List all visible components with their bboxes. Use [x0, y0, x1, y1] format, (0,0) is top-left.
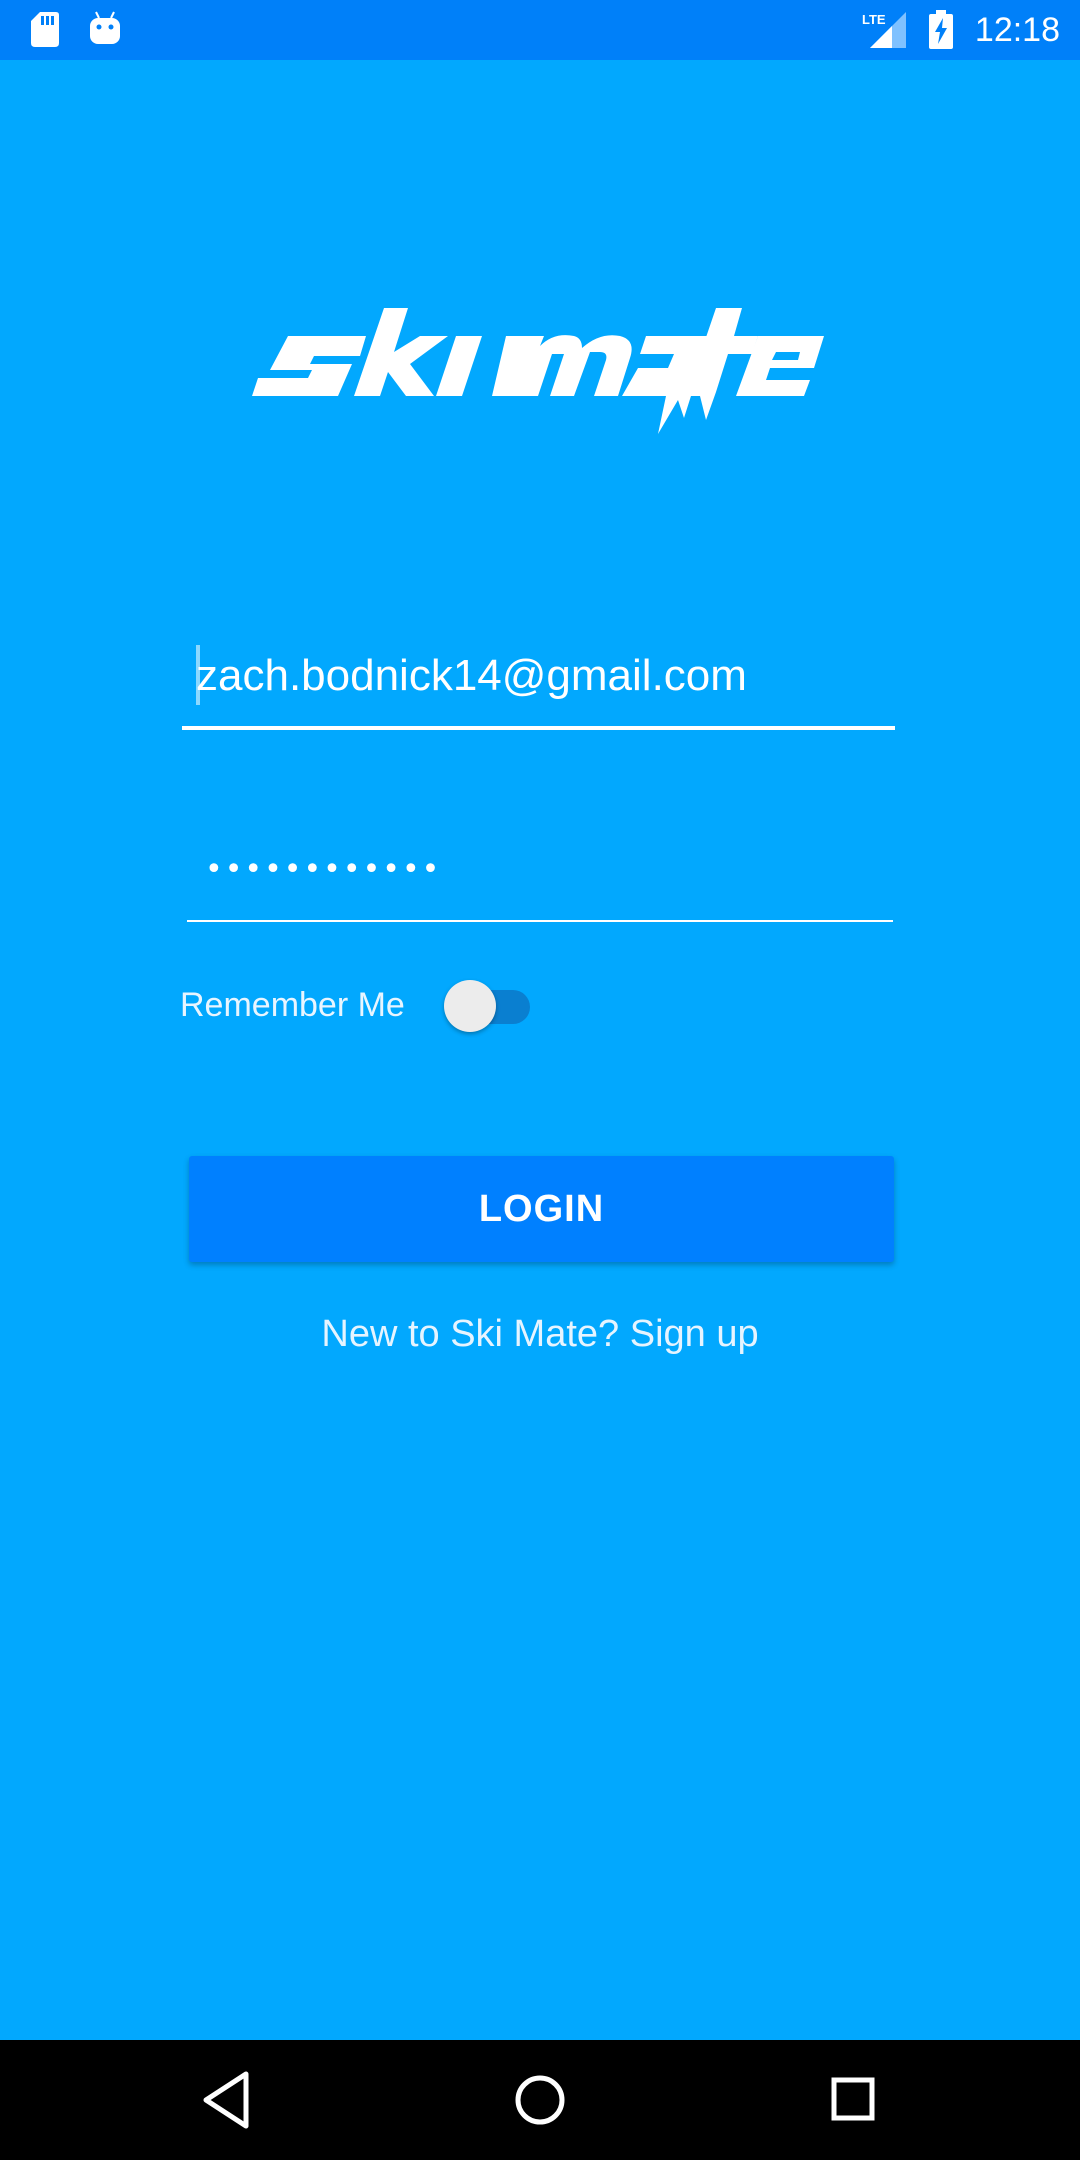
toggle-thumb [444, 980, 496, 1032]
back-icon[interactable] [186, 2060, 266, 2140]
network-type: LTE [862, 12, 886, 27]
password-field[interactable]: •••••••••••• [187, 830, 893, 922]
login-button[interactable]: LOGIN [189, 1156, 894, 1262]
login-screen: zach.bodnick14@gmail.com •••••••••••• Re… [0, 60, 1080, 2040]
clock: 12:18 [974, 11, 1060, 49]
email-value: zach.bodnick14@gmail.com [196, 651, 747, 700]
sd-card-icon [31, 12, 59, 47]
home-icon[interactable] [500, 2060, 580, 2140]
battery-charging-icon [929, 10, 953, 49]
ski-mate-logo [252, 308, 824, 434]
navigation-bar [0, 2040, 1080, 2160]
text-cursor [196, 645, 200, 705]
email-field[interactable]: zach.bodnick14@gmail.com [182, 630, 895, 730]
android-debug-icon [90, 11, 120, 44]
signup-link[interactable]: New to Ski Mate? Sign up [0, 1306, 1080, 1362]
remember-me-label: Remember Me [180, 986, 405, 1024]
recents-icon[interactable] [814, 2060, 894, 2140]
password-value: •••••••••••• [205, 852, 442, 887]
lte-signal-icon: LTE [862, 12, 906, 48]
status-bar: LTE 12:18 [0, 0, 1080, 60]
remember-me-toggle[interactable] [444, 980, 530, 1032]
